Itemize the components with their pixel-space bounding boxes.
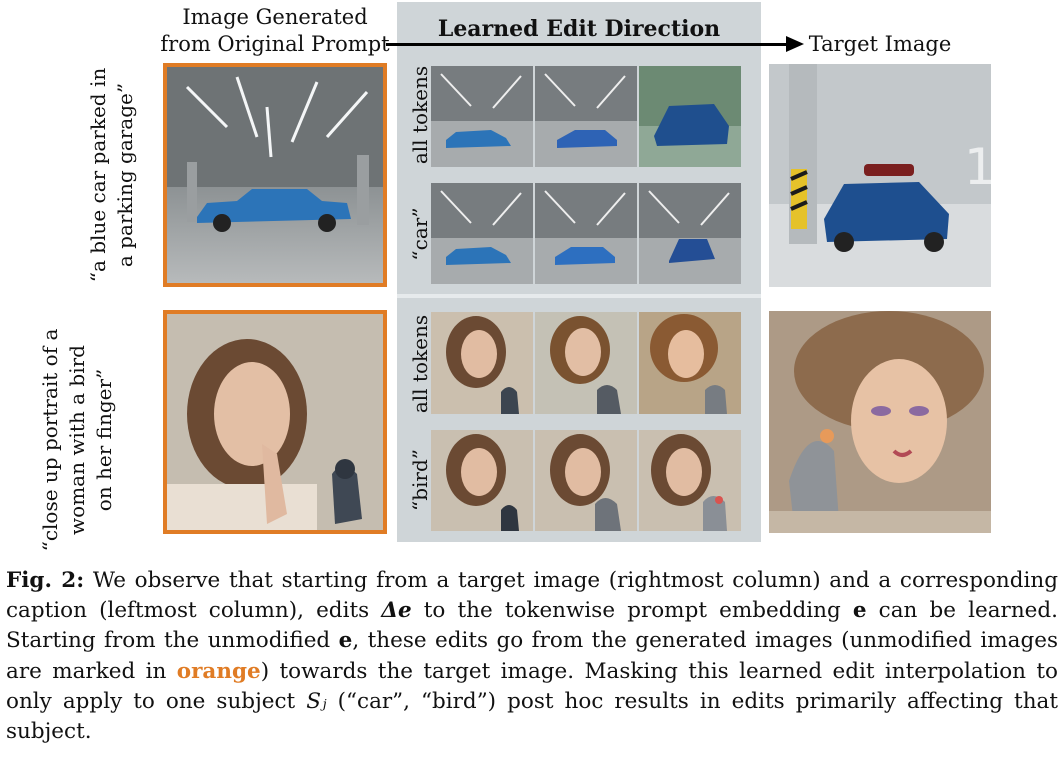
caption-e-1: e: [852, 598, 867, 624]
caption-e-2: e: [338, 628, 353, 654]
figure-label: Fig. 2:: [6, 568, 85, 593]
edit-tile-bird-token-3: [639, 430, 741, 531]
header-edit-direction-label: Learned Edit Direction: [437, 16, 721, 42]
caption-text-2: to the tokenwise prompt embedding: [411, 598, 853, 624]
svg-text:1: 1: [964, 138, 991, 196]
panel-divider: [397, 294, 761, 298]
caption-orange-word: orange: [176, 658, 261, 684]
arrow-line: [386, 43, 788, 46]
edit-tile-car-token-2: [535, 183, 637, 284]
target-image-portrait: [769, 311, 991, 533]
edit-tile-bird-token-2: [535, 430, 637, 531]
edit-tile-car-token-1: [431, 183, 533, 284]
prompt-caption-car: “a blue car parked in a parking garage”: [86, 67, 137, 283]
target-image-car: 1: [769, 64, 991, 287]
caption-subject: Sⱼ: [306, 688, 327, 714]
edit-tile-bird-token-1: [431, 430, 533, 531]
edit-tile-car-token-3: [639, 183, 741, 284]
edit-tile-bird-all-2: [535, 312, 637, 414]
edit-tile-car-all-1: [431, 66, 533, 167]
edit-tile-car-all-3: [639, 66, 741, 167]
prompt-caption-bird: “close up portrait of a woman with a bir…: [38, 328, 116, 552]
arrow-head-icon: [786, 36, 804, 52]
edit-tile-bird-all-3: [639, 312, 741, 414]
header-source-label: Image Generated from Original Prompt: [160, 5, 390, 56]
source-image-car: [163, 63, 387, 287]
figure-caption: Fig. 2: We observe that starting from a …: [6, 566, 1058, 747]
header-target-label: Target Image: [808, 32, 952, 56]
source-image-portrait: [163, 310, 387, 534]
edit-tile-bird-all-1: [431, 312, 533, 414]
caption-delta-e: Δe: [381, 598, 412, 624]
edit-tile-car-all-2: [535, 66, 637, 167]
